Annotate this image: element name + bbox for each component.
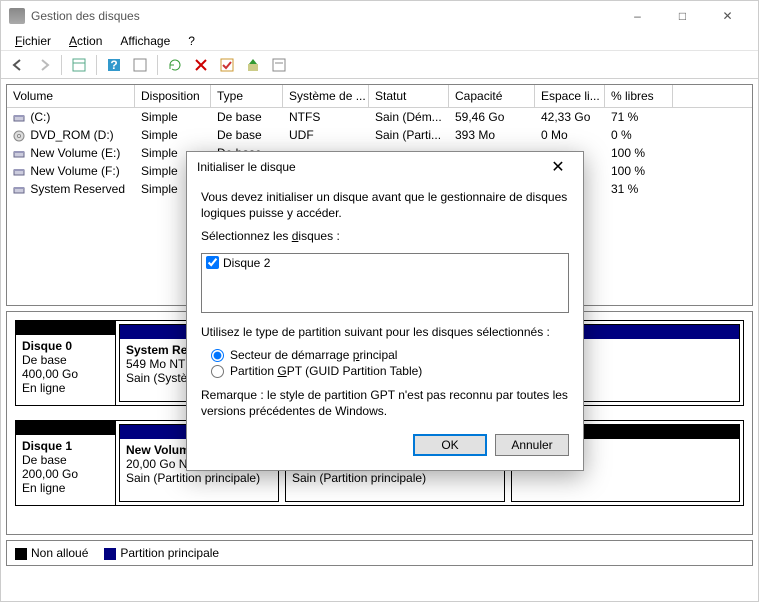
drive-icon	[13, 184, 25, 196]
minimize-button[interactable]: –	[615, 1, 660, 31]
drive-icon	[13, 148, 25, 160]
properties-button[interactable]	[268, 54, 290, 76]
titlebar: Gestion des disques – □ ✕	[1, 1, 758, 31]
toolbar: ?	[1, 51, 758, 79]
column-header[interactable]: Capacité	[449, 85, 535, 107]
drive-icon	[13, 112, 25, 124]
initialize-disk-dialog: Initialiser le disque ✕ Vous devez initi…	[186, 151, 584, 471]
column-header[interactable]: Système de ...	[283, 85, 369, 107]
svg-text:?: ?	[110, 58, 117, 72]
mbr-label: Secteur de démarrage principal	[230, 348, 397, 362]
dialog-intro-text: Vous devez initialiser un disque avant q…	[201, 190, 569, 221]
maximize-button[interactable]: □	[660, 1, 705, 31]
menu-file[interactable]: Fichier	[7, 32, 59, 50]
legend-unallocated-label: Non alloué	[31, 546, 88, 560]
dialog-note: Remarque : le style de partition GPT n'e…	[201, 388, 569, 419]
menu-action[interactable]: Action	[61, 32, 110, 50]
cancel-button[interactable]: Annuler	[495, 434, 569, 456]
delete-button[interactable]	[190, 54, 212, 76]
disk-info: Disque 0De base400,00 GoEn ligne	[16, 321, 116, 405]
close-button[interactable]: ✕	[705, 1, 750, 31]
legend: Non alloué Partition principale	[6, 540, 753, 566]
gpt-radio-row[interactable]: Partition GPT (GUID Partition Table)	[211, 364, 569, 378]
legend-primary-label: Partition principale	[120, 546, 219, 560]
volume-row[interactable]: DVD_ROM (D:)SimpleDe baseUDFSain (Parti.…	[7, 126, 752, 144]
up-button[interactable]	[242, 54, 264, 76]
dialog-close-button[interactable]: ✕	[543, 152, 573, 182]
swatch-unallocated	[15, 548, 27, 560]
gpt-radio[interactable]	[211, 365, 224, 378]
column-header[interactable]: Espace li...	[535, 85, 605, 107]
disk-checkbox-item[interactable]: Disque 2	[206, 256, 564, 270]
view-button[interactable]	[68, 54, 90, 76]
mbr-radio[interactable]	[211, 349, 224, 362]
settings-button[interactable]	[129, 54, 151, 76]
gpt-label: Partition GPT (GUID Partition Table)	[230, 364, 422, 378]
swatch-primary	[104, 548, 116, 560]
refresh-button[interactable]	[164, 54, 186, 76]
column-header[interactable]: Statut	[369, 85, 449, 107]
volume-row[interactable]: (C:)SimpleDe baseNTFSSain (Dém...59,46 G…	[7, 108, 752, 126]
app-icon	[9, 8, 25, 24]
help-button[interactable]: ?	[103, 54, 125, 76]
check-button[interactable]	[216, 54, 238, 76]
menu-view[interactable]: Affichage	[112, 32, 178, 50]
forward-button[interactable]	[33, 54, 55, 76]
partition-style-label: Utilisez le type de partition suivant po…	[201, 325, 569, 341]
column-header[interactable]: Volume	[7, 85, 135, 107]
dialog-titlebar[interactable]: Initialiser le disque ✕	[187, 152, 583, 182]
column-header[interactable]: Type	[211, 85, 283, 107]
disk-selection-list[interactable]: Disque 2	[201, 253, 569, 313]
cd-icon	[13, 130, 25, 142]
drive-icon	[13, 166, 25, 178]
ok-button[interactable]: OK	[413, 434, 487, 456]
window-title: Gestion des disques	[31, 9, 615, 23]
mbr-radio-row[interactable]: Secteur de démarrage principal	[211, 348, 569, 362]
menubar: Fichier Action Affichage ?	[1, 31, 758, 51]
disk2-label: Disque 2	[223, 256, 270, 270]
disk2-checkbox[interactable]	[206, 256, 219, 269]
dialog-select-label: Sélectionnez les disques :	[201, 229, 340, 243]
back-button[interactable]	[7, 54, 29, 76]
column-header[interactable]: % libres	[605, 85, 673, 107]
dialog-title: Initialiser le disque	[197, 160, 543, 174]
column-header[interactable]: Disposition	[135, 85, 211, 107]
disk-info: Disque 1De base200,00 GoEn ligne	[16, 421, 116, 505]
menu-help[interactable]: ?	[180, 32, 203, 50]
